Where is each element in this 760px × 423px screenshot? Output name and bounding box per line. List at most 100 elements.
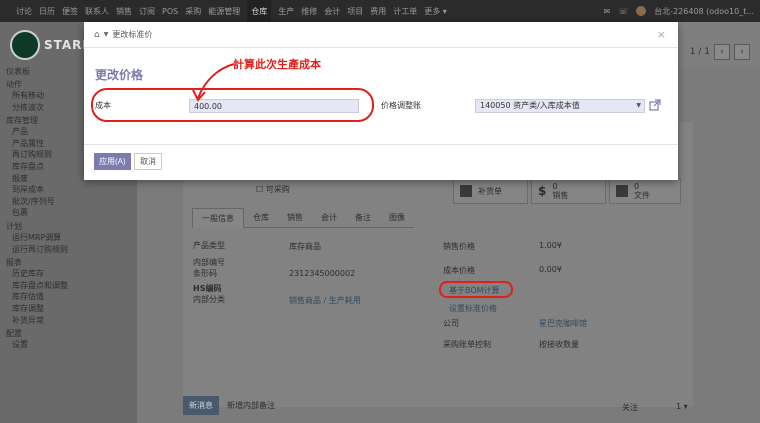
sidebar-item[interactable]: 产品 (12, 126, 28, 137)
stat-button-replenish[interactable]: 补货单 (453, 178, 528, 204)
notification-icon[interactable]: ☏ (618, 7, 628, 16)
stat-button-sales[interactable]: $ 0 销售 (531, 178, 606, 204)
form-tab[interactable]: 一般信息 (192, 208, 244, 228)
top-menu-item[interactable]: 费用 (370, 6, 386, 17)
set-standard-price-link[interactable]: 设置标准价格 (449, 303, 497, 314)
field-label: 成本价格 (443, 266, 475, 275)
close-icon[interactable]: × (657, 28, 666, 41)
top-menu-item[interactable]: POS (162, 7, 178, 16)
field-value: 1.00¥ (539, 241, 562, 250)
account-label: 价格调整账 (381, 101, 421, 110)
top-menu: 讨论 日历 便签 联系人 销售 订阅 POS 采购 能源管理 仓库 生产 维修 会计 项目 费用 计工单 更多 … (16, 0, 454, 22)
top-menu-item[interactable]: 更多 ▾ (424, 6, 447, 17)
sidebar-section-title[interactable]: 配置 (6, 328, 22, 339)
top-menu-item[interactable]: 会计 (324, 6, 340, 17)
sidebar-item[interactable]: 报废 (12, 173, 28, 184)
field-label: HS编码 (193, 284, 222, 293)
chatter-bar: 新消息 新增内部备注 (183, 396, 275, 415)
field-label: 销售价格 (443, 242, 475, 251)
sidebar-item[interactable]: 库存盘点和调整 (12, 280, 68, 291)
sidebar-item[interactable]: 库存盘点 (12, 161, 44, 172)
form-tab[interactable]: 备注 (346, 208, 380, 228)
pager-value: 1 / 1 (689, 47, 710, 57)
sidebar-item[interactable]: 运行再订购规则 (12, 244, 68, 255)
chat-icon[interactable]: ✉ (603, 7, 610, 16)
top-menu-item[interactable]: 仓库 (247, 0, 272, 22)
caret-down-icon: ▼ (636, 102, 641, 109)
top-menu-item[interactable]: 计工单 (393, 6, 417, 17)
avatar[interactable] (636, 6, 647, 16)
apply-button[interactable]: 应用(A) (94, 153, 131, 170)
external-link-icon[interactable] (649, 99, 661, 111)
top-menu-item[interactable]: 项目 (347, 6, 363, 17)
top-menu-item[interactable]: 生产 (278, 6, 294, 17)
account-select-value: 140050 资产类/入库成本值 (480, 101, 580, 110)
truck-icon (460, 185, 472, 197)
sidebar-item[interactable]: 所有移动 (12, 90, 44, 101)
can-purchase-checkbox[interactable]: ☐ 可采购 (256, 184, 290, 195)
topbar-right: ✉ ☏ 台北-226408 (odoo10_t... (603, 0, 754, 22)
sidebar-item[interactable]: 再订购规则 (12, 149, 52, 160)
sidebar-item[interactable]: 包裹 (12, 207, 28, 218)
top-menu-item[interactable]: 销售 (116, 6, 132, 17)
top-menu-item[interactable]: 日历 (39, 6, 55, 17)
pager-previous-button[interactable]: ‹ (714, 44, 730, 60)
form-tab[interactable]: 会计 (312, 208, 346, 228)
home-icon[interactable]: ⌂ (94, 30, 100, 40)
followers-button[interactable]: 1 ▾ (676, 402, 688, 411)
form-tabs: 一般信息 仓库 销售 会计 备注 图像 (192, 208, 414, 228)
field-label: 采购账单控制 (443, 340, 491, 349)
can-purchase-label: 可采购 (265, 185, 290, 194)
user-name[interactable]: 台北-226408 (odoo10_t... (654, 6, 754, 17)
form-tab[interactable]: 仓库 (244, 208, 278, 228)
company-logo (10, 30, 40, 60)
stat-button-documents[interactable]: 0 文件 (609, 178, 681, 204)
field-value: 0.00¥ (539, 265, 562, 274)
dialog-breadcrumb: 更改标准价 (112, 30, 153, 39)
sidebar-item[interactable]: 库存估值 (12, 291, 44, 302)
sidebar-section-title[interactable]: 库存管理 (6, 115, 38, 126)
pager: 1 / 1 ‹ › (690, 44, 750, 60)
top-menu-item[interactable]: 便签 (62, 6, 78, 17)
sidebar-section-title[interactable]: 计划 (6, 221, 22, 232)
field-value: 2312345000002 (289, 269, 356, 278)
pager-next-button[interactable]: › (734, 44, 750, 60)
document-icon (616, 185, 628, 197)
sidebar-section-title[interactable]: 报表 (6, 257, 22, 268)
field-label: 产品类型 (193, 241, 225, 250)
field-value[interactable]: 星巴克咖啡馆 (539, 318, 587, 329)
sidebar-section-title[interactable]: 动作 (6, 79, 22, 90)
form-tab[interactable]: 销售 (278, 208, 312, 228)
stat-label: 0 销售 (552, 182, 569, 200)
log-note-button[interactable]: 新增内部备注 (227, 400, 275, 411)
field-value: 按接收数量 (539, 340, 579, 349)
top-menu-item[interactable]: 采购 (185, 6, 201, 17)
sidebar-item[interactable]: 到岸成本 (12, 184, 44, 195)
sidebar-section-title[interactable]: 仪表板 (6, 66, 30, 77)
caret-down-icon[interactable]: ▼ (104, 31, 109, 38)
sidebar-item[interactable]: 库存调整 (12, 303, 44, 314)
top-menu-item[interactable]: 订阅 (139, 6, 155, 17)
sidebar-item[interactable]: 历史库存 (12, 268, 44, 279)
top-menu-item[interactable]: 讨论 (16, 6, 32, 17)
sidebar-item[interactable]: 批次/序列号 (12, 196, 55, 207)
form-tab[interactable]: 图像 (380, 208, 414, 228)
cancel-button[interactable]: 取消 (134, 153, 162, 170)
sidebar-item[interactable]: 运行MRP调算 (12, 232, 61, 243)
field-label: 内部分类 (193, 295, 225, 304)
account-select[interactable]: 140050 资产类/入库成本值 ▼ (475, 99, 645, 113)
sidebar-item[interactable]: 产品属性 (12, 138, 44, 149)
top-navigation-bar: 讨论 日历 便签 联系人 销售 订阅 POS 采购 能源管理 仓库 生产 维修 会计 项目 费用 计工单 更多 … (0, 0, 760, 22)
new-message-button[interactable]: 新消息 (183, 396, 219, 415)
follow-button[interactable]: 关注 (622, 402, 638, 413)
top-menu-item[interactable]: 能源管理 (208, 6, 240, 17)
field-label: 内部编号 (193, 258, 225, 267)
sidebar-item[interactable]: 设置 (12, 339, 28, 350)
field-value[interactable]: 销售商品 / 生产耗用 (289, 295, 361, 306)
top-menu-item[interactable]: 联系人 (85, 6, 109, 17)
top-menu-item[interactable]: 维修 (301, 6, 317, 17)
stat-label: 补货单 (478, 186, 502, 196)
sidebar-item[interactable]: 补货异常 (12, 315, 44, 326)
sidebar-item[interactable]: 分拣波次 (12, 102, 44, 113)
dialog-header: ⌂ ▼ 更改标准价 (84, 22, 678, 48)
